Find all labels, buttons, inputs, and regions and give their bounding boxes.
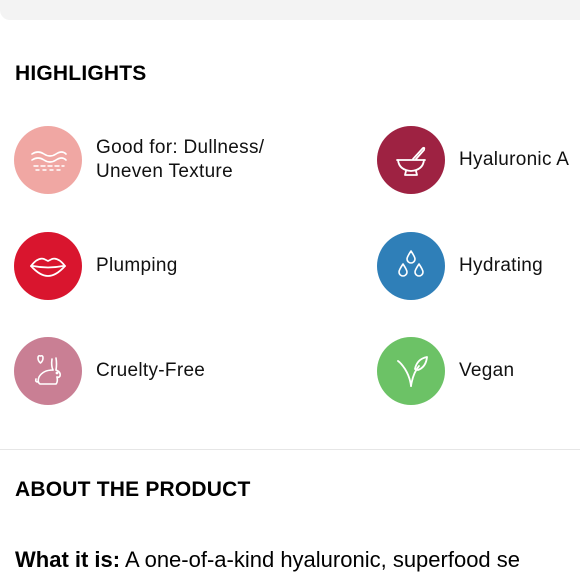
highlight-cruelty-free: Cruelty-Free bbox=[14, 337, 205, 405]
what-it-is-label: What it is: bbox=[15, 547, 121, 572]
highlight-label: Good for: Dullness/ Uneven Texture bbox=[96, 137, 265, 182]
highlight-label: Hydrating bbox=[459, 255, 544, 276]
lips-icon bbox=[14, 232, 82, 300]
highlight-plumping: Plumping bbox=[14, 232, 178, 300]
highlight-good-for: Good for: Dullness/ Uneven Texture bbox=[14, 126, 264, 194]
about-description: What it is: A one-of-a-kind hyaluronic, … bbox=[15, 547, 520, 573]
section-divider bbox=[0, 449, 580, 450]
leaf-sprout-icon bbox=[377, 337, 445, 405]
highlight-label: Hyaluronic A bbox=[459, 149, 570, 170]
top-card-edge bbox=[0, 0, 580, 20]
about-heading: ABOUT THE PRODUCT bbox=[15, 478, 251, 501]
highlight-label: Plumping bbox=[96, 255, 178, 276]
highlight-hydrating: Hydrating bbox=[377, 232, 543, 300]
bunny-heart-icon bbox=[14, 337, 82, 405]
highlight-ingredient: Hyaluronic A bbox=[377, 126, 569, 194]
highlight-label: Vegan bbox=[459, 360, 515, 381]
highlight-vegan: Vegan bbox=[377, 337, 514, 405]
skin-texture-icon bbox=[14, 126, 82, 194]
mortar-pestle-icon bbox=[377, 126, 445, 194]
highlights-heading: HIGHLIGHTS bbox=[15, 62, 147, 85]
what-it-is-text: A one-of-a-kind hyaluronic, superfood se bbox=[120, 547, 521, 572]
highlight-label: Cruelty-Free bbox=[96, 360, 206, 381]
water-drops-icon bbox=[377, 232, 445, 300]
